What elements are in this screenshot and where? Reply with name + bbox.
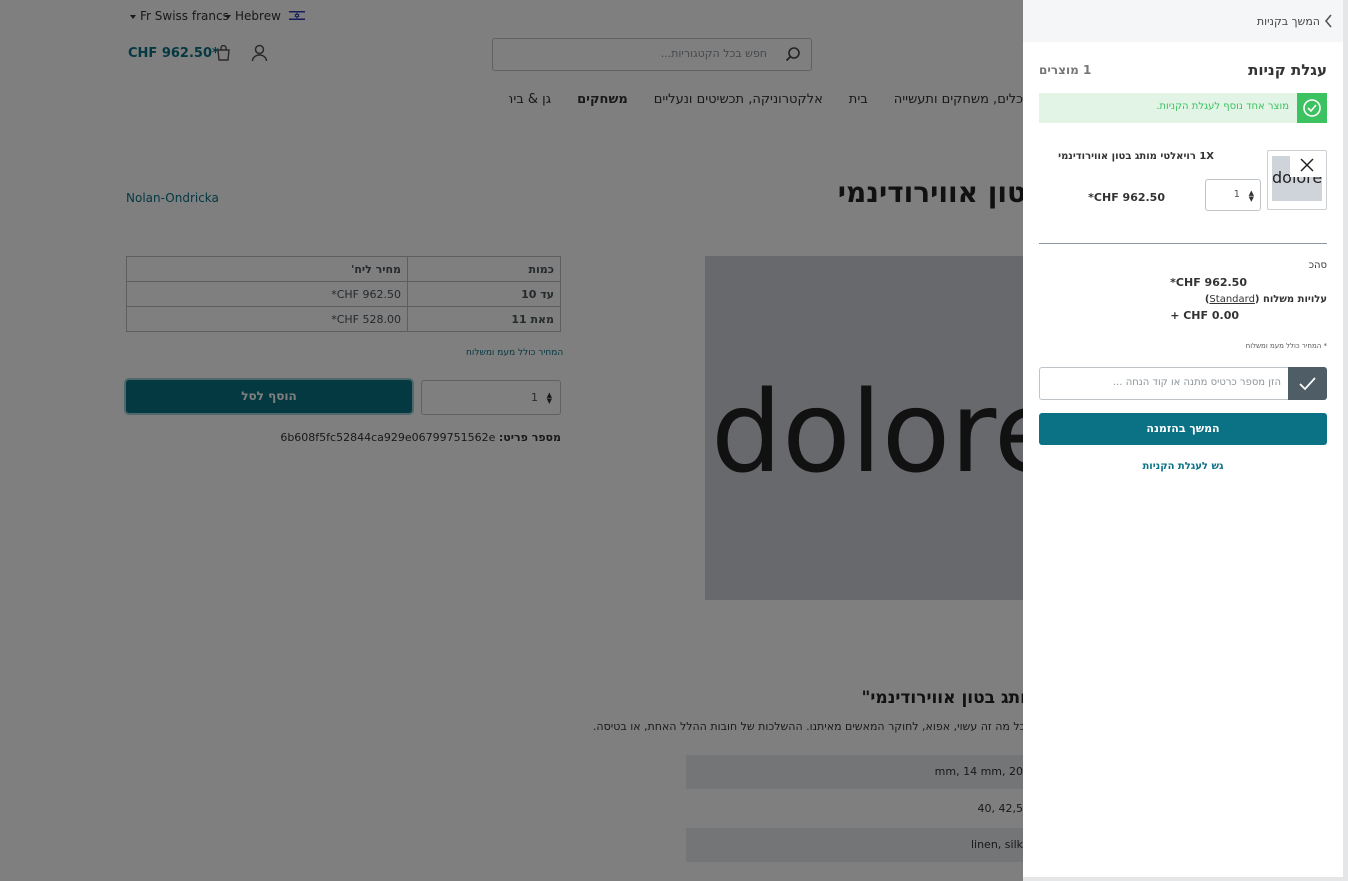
- offcanvas-title: עגלת קניות: [1248, 61, 1327, 79]
- checkout-button[interactable]: המשך בהזמנה: [1039, 413, 1327, 445]
- remove-item-button[interactable]: [1290, 153, 1324, 177]
- shipping-value-text: + CHF 0.00: [1170, 309, 1239, 322]
- chevron-left-icon: [1324, 14, 1332, 28]
- voucher-field[interactable]: הזן מספר כרטיס מתנה או קוד הנחה ...: [1039, 367, 1290, 400]
- tax-note: * המחיר כולל מעמ ומשלוח: [1245, 342, 1327, 350]
- summary-label: סהכ: [1308, 260, 1327, 271]
- continue-shopping-label: המשך בקניות: [1256, 14, 1320, 28]
- shipping-method-link[interactable]: Standard: [1209, 294, 1255, 305]
- check-circle-icon: [1297, 93, 1327, 123]
- divider: [1039, 243, 1327, 244]
- go-to-cart-link[interactable]: גש לעגלת הקניות: [1039, 461, 1327, 472]
- close-icon: [1300, 158, 1314, 172]
- modal-backdrop[interactable]: [0, 0, 1023, 881]
- success-alert: מוצר אחד נוסף לעגלת הקניות.: [1039, 93, 1327, 123]
- voucher-submit-button[interactable]: [1288, 367, 1327, 400]
- cart-item-name[interactable]: 1X רויאלטי מותג בטון אווירודינמי: [1058, 151, 1214, 162]
- continue-shopping-button[interactable]: המשך בקניות: [1257, 14, 1333, 28]
- checkmark-icon: [1299, 377, 1316, 391]
- cart-item-quantity-select[interactable]: 1 ▲ ▼: [1205, 179, 1261, 211]
- alert-text: מוצר אחד נוסף לעגלת הקניות.: [1156, 101, 1289, 112]
- offcanvas-cart: המשך בקניות עגלת קניות 1 מוצרים מוצר אחד…: [1023, 0, 1348, 881]
- select-arrows-icon: ▲▼: [1248, 189, 1254, 203]
- cart-item-quantity-value: 1: [1233, 189, 1240, 200]
- shipping-label: עלויות משלוח (Standard): [1204, 294, 1327, 305]
- voucher-input[interactable]: הזן מספר כרטיס מתנה או קוד הנחה ...: [1113, 377, 1281, 388]
- summary-value: CHF 962.50*: [1170, 276, 1247, 289]
- cart-item-price: CHF 962.50*: [1088, 191, 1165, 204]
- shipping-value: + CHF 0.00: [1170, 309, 1239, 322]
- offcanvas-header: המשך בקניות: [1023, 0, 1343, 42]
- cart-item-count: 1 מוצרים: [1039, 63, 1092, 77]
- shipping-label-text: עלויות משלוח: [1262, 294, 1327, 305]
